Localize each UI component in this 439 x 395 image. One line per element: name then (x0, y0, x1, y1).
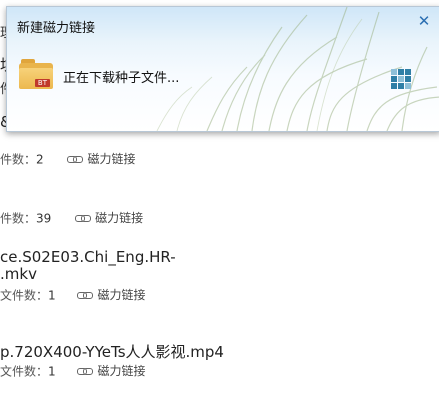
dialog-title: 新建磁力链接 (17, 21, 96, 36)
file-count: 2 (36, 152, 44, 167)
result-title[interactable]: p.720X400-YYeTs人人影视.mp4 (0, 341, 224, 362)
result-title[interactable]: ce.S02E03.Chi_Eng.HR- (0, 248, 176, 266)
file-count: 1 (48, 288, 56, 303)
close-icon[interactable]: ✕ (416, 13, 432, 29)
new-magnet-link-dialog: 新建磁力链接 ✕ BT 正在下载种子文件... (6, 6, 439, 132)
result-meta: 件数：2 磁力链接 (0, 150, 136, 168)
result-title-cont[interactable]: .mkv (0, 265, 37, 283)
file-count-label: 文件数： (0, 288, 49, 303)
loading-grid-icon (391, 69, 413, 91)
magnet-link-label: 磁力链接 (97, 288, 146, 302)
download-status: 正在下载种子文件... (63, 71, 180, 86)
file-count-label: 文件数： (0, 364, 49, 379)
link-icon (77, 366, 94, 376)
file-count-label: 件数： (0, 211, 37, 226)
bt-folder-icon: BT (19, 59, 53, 89)
magnet-link-label: 磁力链接 (87, 152, 136, 166)
link-icon (75, 213, 92, 223)
result-meta: 文件数：1 磁力链接 (0, 362, 146, 380)
magnet-link[interactable]: 磁力链接 (75, 209, 143, 226)
link-icon (67, 154, 84, 164)
magnet-link[interactable]: 磁力链接 (77, 362, 146, 379)
file-count-label: 件数： (0, 152, 37, 167)
link-icon (77, 290, 94, 300)
result-meta: 文件数：1 磁力链接 (0, 286, 146, 304)
magnet-link[interactable]: 磁力链接 (77, 286, 146, 303)
magnet-link[interactable]: 磁力链接 (67, 150, 136, 167)
magnet-link-label: 磁力链接 (97, 364, 146, 378)
result-meta: 件数：39 磁力链接 (0, 209, 143, 227)
file-count: 39 (36, 211, 52, 226)
bt-badge: BT (34, 79, 50, 87)
magnet-link-label: 磁力链接 (95, 211, 144, 225)
file-count: 1 (48, 364, 56, 379)
